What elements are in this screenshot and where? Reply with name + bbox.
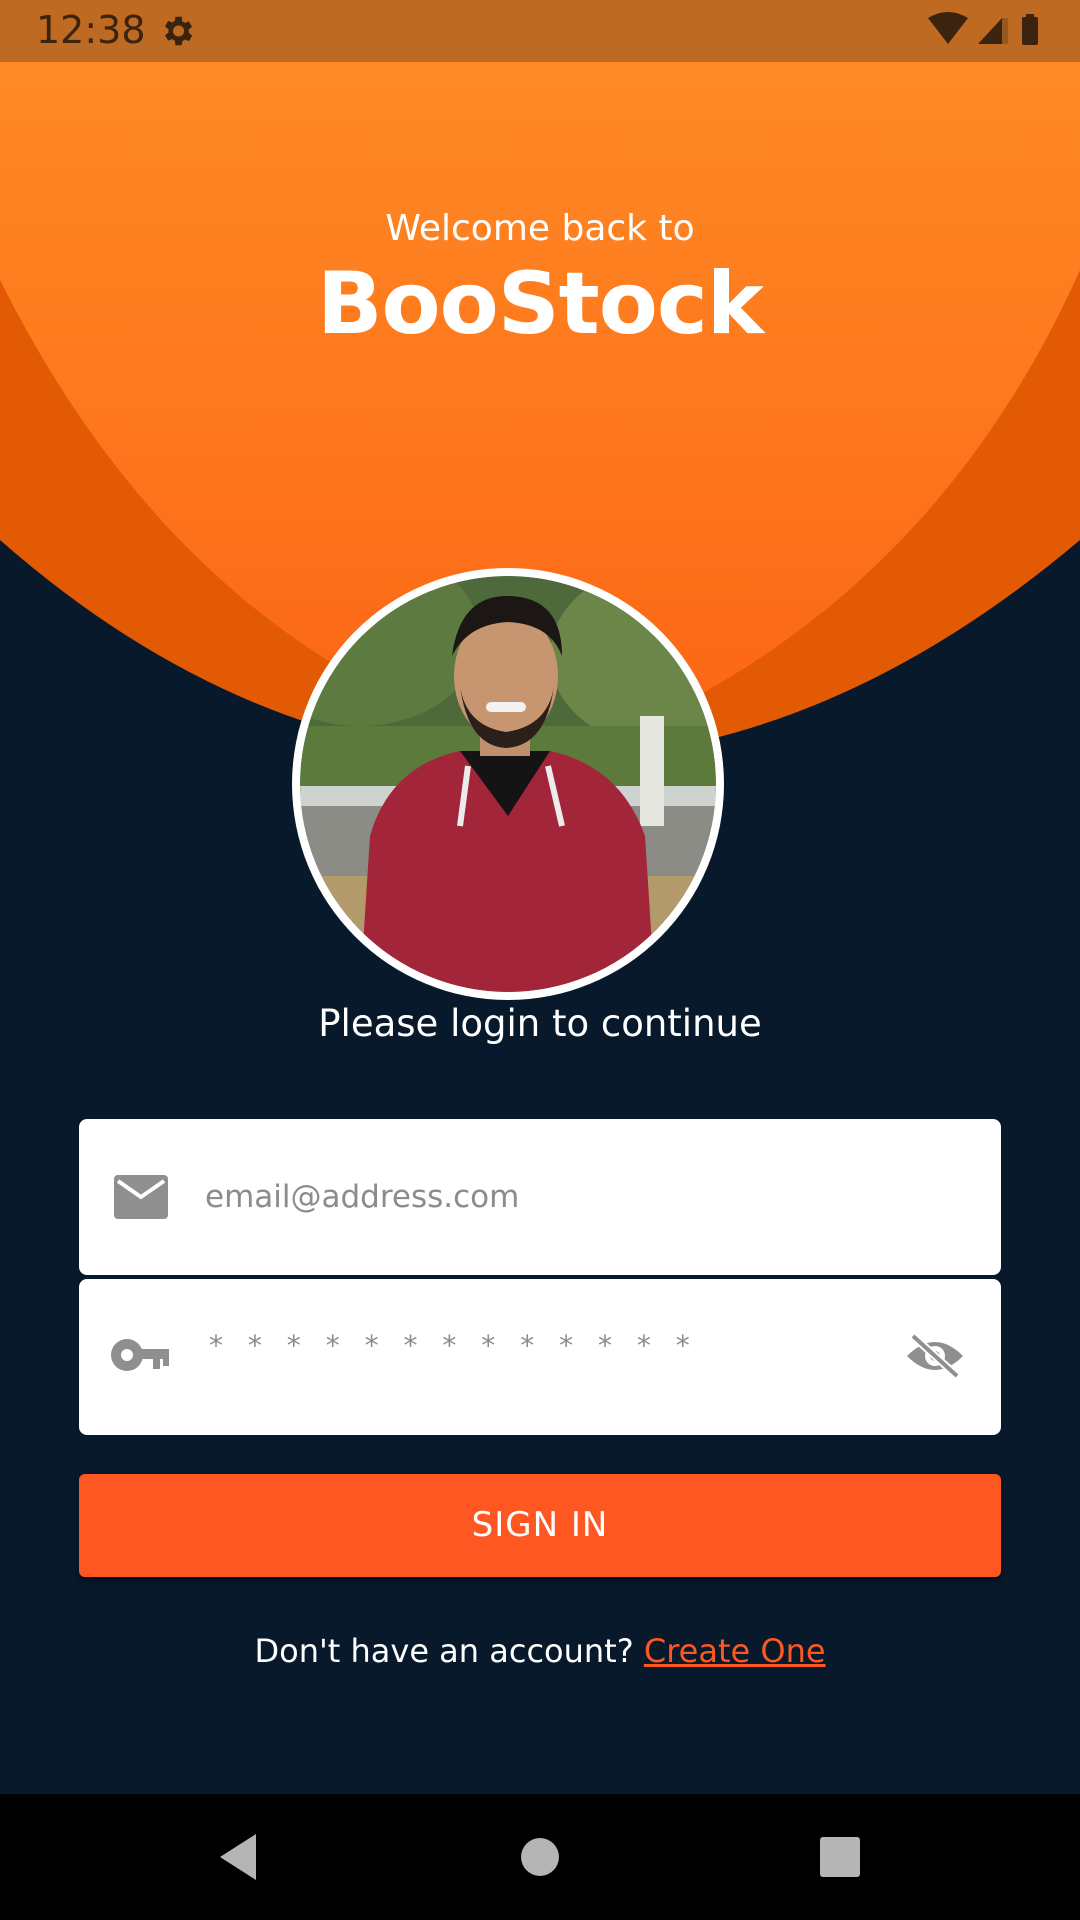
- back-icon[interactable]: [216, 1832, 260, 1886]
- status-icons: [926, 12, 1046, 56]
- key-icon: [111, 1337, 171, 1377]
- avatar: [292, 568, 724, 1000]
- avatar-photo: [300, 576, 716, 992]
- signup-row: Don't have an account? Create One: [0, 1632, 1080, 1670]
- sign-in-button[interactable]: SIGN IN: [79, 1474, 1001, 1577]
- recent-apps-icon[interactable]: [818, 1832, 862, 1886]
- password-field[interactable]: * * * * * * * * * * * * *: [79, 1279, 1001, 1435]
- status-bar: 12:38: [0, 0, 1080, 62]
- gear-icon: [158, 12, 196, 54]
- password-placeholder: * * * * * * * * * * * * *: [209, 1329, 698, 1362]
- mail-icon: [114, 1175, 168, 1223]
- login-prompt: Please login to continue: [318, 1002, 762, 1045]
- welcome-text: Welcome back to: [385, 208, 695, 249]
- eye-off-icon[interactable]: [905, 1332, 965, 1384]
- navigation-bar: [0, 1794, 1080, 1920]
- home-icon[interactable]: [518, 1832, 562, 1886]
- status-time: 12:38: [36, 8, 146, 52]
- create-account-link[interactable]: Create One: [644, 1632, 826, 1670]
- email-placeholder: email@address.com: [205, 1179, 520, 1215]
- signup-text: Don't have an account?: [254, 1632, 634, 1670]
- brand-title: BooStock: [316, 254, 764, 354]
- wifi-icon: [928, 12, 968, 44]
- email-field[interactable]: email@address.com: [79, 1119, 1001, 1275]
- battery-icon: [1022, 14, 1038, 45]
- cell-signal-icon: [978, 18, 1008, 44]
